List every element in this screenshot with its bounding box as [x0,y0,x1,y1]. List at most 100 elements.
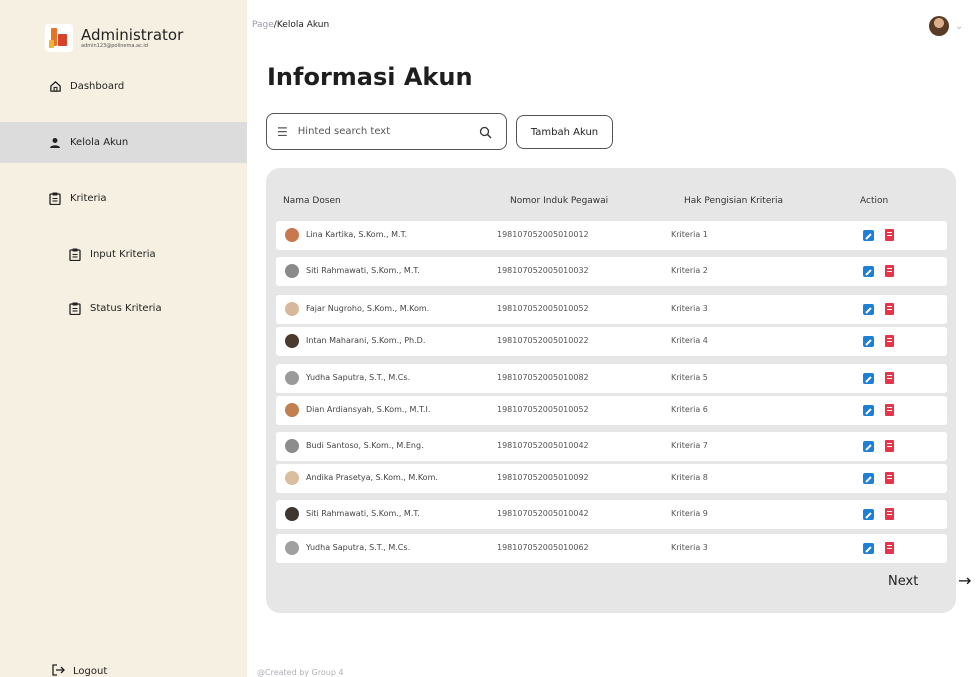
breadcrumb-root[interactable]: Page [252,20,274,30]
brand-email: admin123@polinema.ac.id [81,42,148,49]
trash-icon[interactable] [885,472,894,484]
cell-nip: 198107052005010042 [497,509,589,518]
edit-icon[interactable] [863,441,874,452]
cell-name: Lina Kartika, S.Kom., M.T. [306,230,408,239]
cell-name: Dian Ardiansyah, S.Kom., M.T.I. [306,405,431,414]
cell-name: Yudha Saputra, S.T., M.Cs. [306,543,411,552]
avatar [285,302,299,316]
sidebar-item-status-kriteria[interactable]: Status Kriteria [0,288,247,329]
chevron-down-icon[interactable]: ⌄ [955,21,963,32]
cell-nip: 198107052005010032 [497,266,589,275]
sidebar-item-label: Dashboard [70,81,125,92]
sidebar-item-label: Status Kriteria [90,303,162,314]
sidebar-item-kriteria[interactable]: Kriteria [0,178,247,219]
trash-icon[interactable] [885,404,894,416]
avatar [285,264,299,278]
table-row: Andika Prasetya, S.Kom., M.Kom. 19810705… [276,464,947,493]
cell-kriteria: Kriteria 3 [671,304,708,313]
edit-icon[interactable] [863,304,874,315]
avatar [285,334,299,348]
search-icon[interactable] [479,124,492,143]
cell-nip: 198107052005010052 [497,405,589,414]
trash-icon[interactable] [885,303,894,315]
sidebar-item-label: Input Kriteria [90,249,156,260]
clipboard-icon [68,248,82,262]
trash-icon[interactable] [885,440,894,452]
trash-icon[interactable] [885,265,894,277]
avatar [285,439,299,453]
edit-icon[interactable] [863,373,874,384]
app-logo [45,24,73,52]
trash-icon[interactable] [885,229,894,241]
sidebar-item-kelola-akun[interactable]: Kelola Akun [0,122,247,163]
sidebar-item-input-kriteria[interactable]: Input Kriteria [0,234,247,275]
cell-name: Andika Prasetya, S.Kom., M.Kom. [306,473,438,482]
cell-kriteria: Kriteria 7 [671,441,708,450]
avatar [285,507,299,521]
brand-name: Administrator [81,25,184,44]
table-row: Siti Rahmawati, S.Kom., M.T. 19810705200… [276,257,947,286]
cell-nip: 198107052005010012 [497,230,589,239]
cell-kriteria: Kriteria 1 [671,230,708,239]
clipboard-icon [48,192,62,206]
page-title: Informasi Akun [267,63,473,91]
search-input[interactable] [297,126,468,137]
trash-icon[interactable] [885,508,894,520]
user-icon [48,136,62,150]
cell-nip: 198107052005010082 [497,373,589,382]
edit-icon[interactable] [863,509,874,520]
cell-nip: 198107052005010042 [497,441,589,450]
profile-menu[interactable]: ⌄ [929,16,963,36]
avatar [285,228,299,242]
logout-label: Logout [73,666,108,677]
table-row: Siti Rahmawati, S.Kom., M.T. 19810705200… [276,500,947,529]
breadcrumb: Page/Kelola Akun [252,20,329,30]
footer-credit: @Created by Group 4 [257,668,344,677]
avatar [285,471,299,485]
column-header-action: Action [860,196,889,206]
edit-icon[interactable] [863,266,874,277]
edit-icon[interactable] [863,473,874,484]
trash-icon[interactable] [885,335,894,347]
table-row: Yudha Saputra, S.T., M.Cs. 1981070520050… [276,364,947,393]
search-bar[interactable]: ☰ [266,113,507,150]
sidebar-item-label: Kelola Akun [70,137,129,148]
sidebar-item-label: Kriteria [70,193,107,204]
logout-button[interactable]: Logout [52,664,107,677]
cell-kriteria: Kriteria 2 [671,266,708,275]
brand: Administrator admin123@polinema.ac.id [45,24,183,52]
next-page-button[interactable]: Next [888,574,918,589]
arrow-right-icon[interactable]: → [958,571,971,590]
edit-icon[interactable] [863,336,874,347]
breadcrumb-current: Kelola Akun [276,20,330,30]
cell-kriteria: Kriteria 3 [671,543,708,552]
edit-icon[interactable] [863,405,874,416]
avatar[interactable] [929,16,949,36]
sidebar-item-dashboard[interactable]: Dashboard [0,66,247,107]
cell-nip: 198107052005010092 [497,473,589,482]
column-header-nip: Nomor Induk Pegawai [510,196,609,206]
edit-icon[interactable] [863,543,874,554]
avatar [285,541,299,555]
logout-icon [52,664,65,677]
cell-nip: 198107052005010052 [497,304,589,313]
sidebar: Administrator admin123@polinema.ac.id Da… [0,0,247,677]
cell-name: Fajar Nugroho, S.Kom., M.Kom. [306,304,430,313]
avatar [285,371,299,385]
cell-kriteria: Kriteria 8 [671,473,708,482]
trash-icon[interactable] [885,372,894,384]
table-row: Lina Kartika, S.Kom., M.T. 1981070520050… [276,221,947,250]
menu-icon[interactable]: ☰ [277,125,288,139]
table-row: Dian Ardiansyah, S.Kom., M.T.I. 19810705… [276,396,947,425]
edit-icon[interactable] [863,230,874,241]
table-row: Budi Santoso, S.Kom., M.Eng. 19810705200… [276,432,947,461]
home-icon [48,80,62,94]
cell-name: Siti Rahmawati, S.Kom., M.T. [306,266,420,275]
table-row: Intan Maharani, S.Kom., Ph.D. 1981070520… [276,327,947,356]
add-account-button[interactable]: Tambah Akun [516,115,613,149]
trash-icon[interactable] [885,542,894,554]
cell-name: Siti Rahmawati, S.Kom., M.T. [306,509,420,518]
clipboard-icon [68,302,82,316]
cell-kriteria: Kriteria 6 [671,405,708,414]
cell-name: Yudha Saputra, S.T., M.Cs. [306,373,411,382]
